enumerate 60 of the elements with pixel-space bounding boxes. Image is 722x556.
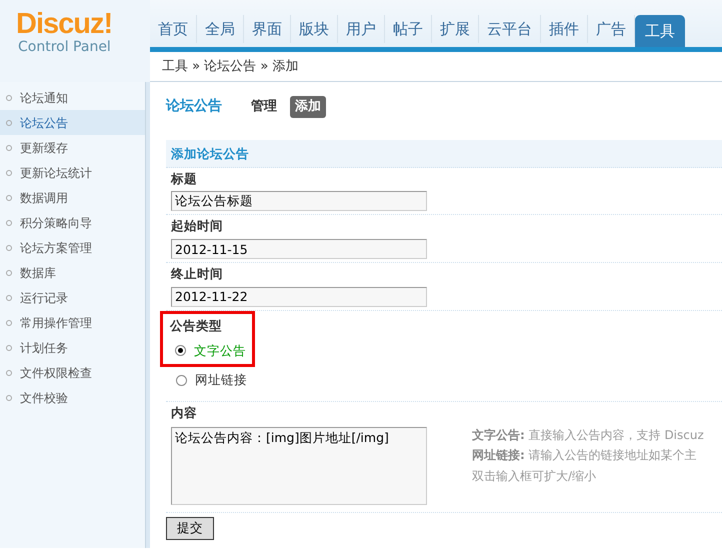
breadcrumb: 工具 » 论坛公告 » 添加 — [150, 52, 722, 82]
field-label: 标题 — [170, 170, 198, 188]
input-field[interactable]: 2012-11-22 — [171, 286, 427, 307]
bullet-icon — [6, 294, 12, 300]
hint-text: 文字公告: 直接输入公告内容，支持 Discuz — [472, 426, 704, 444]
bullet-icon — [6, 320, 12, 326]
submit-button[interactable]: 提交 — [166, 516, 214, 540]
sidebar-item[interactable]: 计划任务 — [0, 335, 145, 360]
page-tab[interactable]: 添加 — [290, 96, 326, 118]
nav-tab[interactable]: 云平台 — [479, 15, 541, 43]
nav-tab[interactable]: 工具 — [635, 15, 685, 47]
bullet-icon — [6, 170, 12, 176]
bullet-icon — [6, 244, 12, 250]
sidebar-item[interactable]: 运行记录 — [0, 285, 145, 310]
sidebar-item[interactable]: 更新论坛统计 — [0, 160, 145, 185]
bullet-icon — [6, 344, 12, 350]
nav-tab[interactable]: 帖子 — [385, 15, 432, 43]
page-title: 论坛公告 — [166, 97, 222, 116]
sidebar-item[interactable]: 更新缓存 — [0, 135, 145, 160]
hint-text: 网址链接: 请输入公告的链接地址如某个主 — [472, 447, 698, 464]
sidebar-item[interactable]: 数据调用 — [0, 185, 145, 210]
radio-button[interactable] — [175, 345, 186, 356]
nav-tab[interactable]: 界面 — [244, 15, 291, 43]
sidebar-item[interactable]: 文件校验 — [0, 385, 145, 410]
bullet-icon — [6, 394, 12, 400]
sidebar-item[interactable]: 积分策略向导 — [0, 210, 145, 235]
logo-subtitle: Control Panel — [18, 39, 112, 56]
nav-tab[interactable]: 插件 — [541, 15, 588, 43]
nav-tab[interactable]: 扩展 — [432, 15, 479, 43]
nav-tab[interactable]: 用户 — [338, 15, 385, 43]
input-field[interactable]: 论坛公告标题 — [171, 191, 427, 212]
text-area[interactable]: 论坛公告内容：[img]图片地址[/img] — [171, 426, 427, 505]
bullet-icon — [6, 370, 12, 376]
radio-label[interactable]: 文字公告 — [194, 342, 246, 360]
form-heading: 添加论坛公告 — [166, 140, 722, 168]
sidebar-item[interactable]: 文件权限检查 — [0, 360, 145, 385]
page-tab[interactable]: 管理 — [246, 96, 282, 118]
bullet-icon — [6, 144, 12, 150]
nav-tab[interactable]: 版块 — [291, 15, 338, 43]
bullet-icon — [6, 220, 12, 226]
field-label: 公告类型 — [168, 316, 223, 335]
sidebar-item[interactable]: 论坛公告 — [0, 110, 145, 135]
field-label: 内容 — [170, 404, 198, 422]
input-field[interactable]: 2012-11-15 — [171, 239, 427, 259]
sidebar-item[interactable]: 数据库 — [0, 260, 145, 285]
bullet-icon — [6, 120, 12, 126]
hint-text: 双击输入框可扩大/缩小 — [472, 468, 598, 485]
sidebar-item[interactable]: 论坛通知 — [0, 85, 145, 110]
field-label: 起始时间 — [170, 217, 224, 236]
sidebar-item[interactable]: 常用操作管理 — [0, 310, 145, 335]
sidebar-item[interactable]: 论坛方案管理 — [0, 235, 145, 260]
nav-tab[interactable]: 全局 — [197, 15, 244, 43]
radio-button[interactable] — [176, 375, 187, 386]
logo-title: Discuz! — [16, 10, 114, 39]
nav-tab[interactable]: 首页 — [150, 15, 197, 43]
field-label: 终止时间 — [170, 265, 224, 283]
bullet-icon — [6, 94, 12, 100]
bullet-icon — [6, 270, 12, 276]
bullet-icon — [6, 194, 12, 200]
radio-label[interactable]: 网址链接 — [195, 371, 247, 390]
